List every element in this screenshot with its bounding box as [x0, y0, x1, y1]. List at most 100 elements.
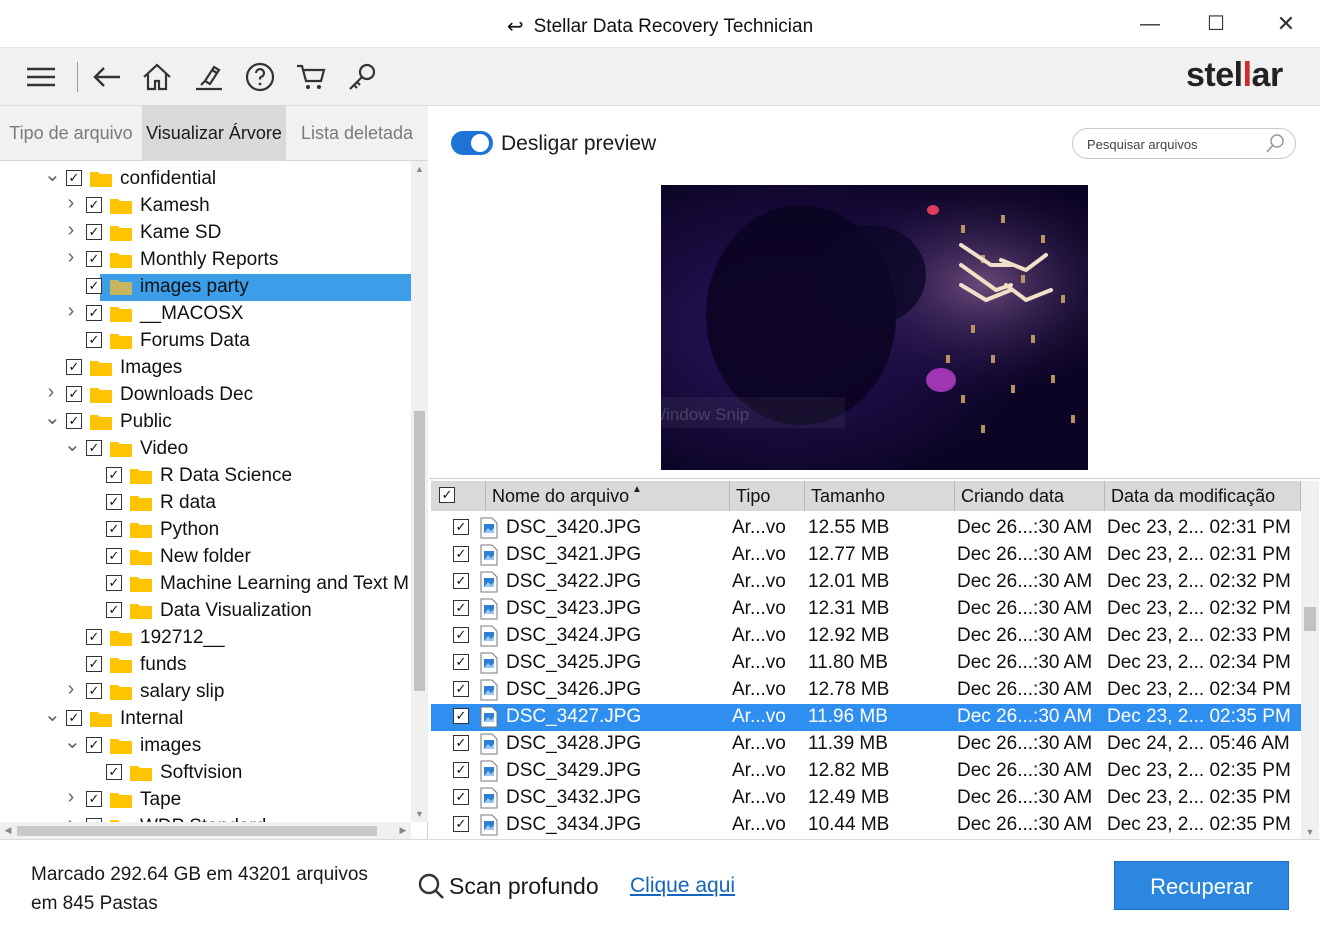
tree-checkbox[interactable]: ✓ [86, 332, 102, 348]
scroll-thumb[interactable] [1304, 607, 1316, 631]
scroll-thumb[interactable] [414, 411, 425, 691]
tree-checkbox[interactable]: ✓ [66, 359, 82, 375]
scroll-down-icon[interactable]: ▼ [411, 806, 428, 822]
table-row[interactable]: ✓ DSC_3428.JPG Ar...vo 11.39 MB Dec 26...:30… [431, 731, 1301, 758]
chevron-right-icon[interactable]: › [64, 219, 78, 241]
tree-item[interactable]: ⌄ ✓ Internal [0, 704, 411, 733]
scroll-down-icon[interactable]: ▼ [1301, 824, 1319, 840]
chevron-right-icon[interactable]: › [44, 381, 58, 403]
col-type[interactable]: Tipo [730, 481, 805, 511]
tree-checkbox[interactable]: ✓ [106, 548, 122, 564]
row-checkbox[interactable]: ✓ [453, 708, 469, 724]
cart-icon[interactable] [294, 60, 328, 94]
tree-checkbox[interactable]: ✓ [106, 467, 122, 483]
chevron-down-icon[interactable]: ⌄ [64, 432, 81, 456]
select-all-checkbox[interactable]: ✓ [439, 487, 455, 503]
tree-checkbox[interactable]: ✓ [106, 494, 122, 510]
tree-horizontal-scrollbar[interactable]: ◀ ▶ [0, 822, 411, 839]
row-checkbox[interactable]: ✓ [453, 681, 469, 697]
scroll-thumb[interactable] [17, 826, 377, 836]
tab-file-type[interactable]: Tipo de arquivo [0, 106, 142, 161]
tree-item[interactable]: ✓ Images [0, 355, 411, 382]
row-checkbox[interactable]: ✓ [453, 735, 469, 751]
row-checkbox[interactable]: ✓ [453, 654, 469, 670]
back-icon[interactable] [90, 60, 124, 94]
col-name[interactable]: Nome do arquivo ▲ [486, 481, 730, 511]
help-icon[interactable] [243, 60, 277, 94]
maximize-button[interactable]: ☐ [1196, 8, 1236, 40]
select-all-header[interactable]: ✓ [431, 481, 486, 511]
recover-button[interactable]: Recuperar [1114, 861, 1289, 910]
tree-item[interactable]: › ✓ Kamesh [0, 192, 411, 220]
tree-item[interactable]: › ✓ Monthly Reports [0, 246, 411, 274]
preview-toggle[interactable] [451, 131, 493, 155]
tree-checkbox[interactable]: ✓ [66, 413, 82, 429]
row-checkbox[interactable]: ✓ [453, 573, 469, 589]
table-row[interactable]: ✓ DSC_3427.JPG Ar...vo 11.96 MB Dec 26...:30… [431, 704, 1301, 731]
table-row[interactable]: ✓ DSC_3434.JPG Ar...vo 10.44 MB Dec 26...:30… [431, 812, 1301, 839]
minimize-button[interactable]: — [1130, 8, 1170, 40]
chevron-down-icon[interactable]: ⌄ [44, 702, 61, 726]
tree-vertical-scrollbar[interactable]: ▲ ▼ [411, 161, 428, 822]
row-checkbox[interactable]: ✓ [453, 600, 469, 616]
table-row[interactable]: ✓ DSC_3426.JPG Ar...vo 12.78 MB Dec 26...:30… [431, 677, 1301, 704]
row-checkbox[interactable]: ✓ [453, 519, 469, 535]
search-box[interactable] [1072, 128, 1296, 159]
row-checkbox[interactable]: ✓ [453, 762, 469, 778]
row-checkbox[interactable]: ✓ [453, 546, 469, 562]
chevron-right-icon[interactable]: › [64, 300, 78, 322]
tree-checkbox[interactable]: ✓ [86, 683, 102, 699]
chevron-right-icon[interactable]: › [64, 678, 78, 700]
tree-item[interactable]: › ✓ Downloads Dec [0, 381, 411, 409]
chevron-right-icon[interactable]: › [64, 192, 78, 214]
table-row[interactable]: ✓ DSC_3424.JPG Ar...vo 12.92 MB Dec 26...:30… [431, 623, 1301, 650]
tree-item[interactable]: ✓ funds [0, 652, 411, 679]
chevron-down-icon[interactable]: ⌄ [44, 405, 61, 429]
tree-item[interactable]: ✓ Python [0, 517, 411, 544]
key-icon[interactable] [345, 60, 379, 94]
tree-checkbox[interactable]: ✓ [86, 791, 102, 807]
row-checkbox[interactable]: ✓ [453, 627, 469, 643]
chevron-right-icon[interactable]: › [64, 786, 78, 808]
tree-checkbox[interactable]: ✓ [86, 197, 102, 213]
tree-item[interactable]: ✓ 192712__ [0, 625, 411, 652]
tab-deleted-list[interactable]: Lista deletada [286, 106, 428, 161]
table-row[interactable]: ✓ DSC_3423.JPG Ar...vo 12.31 MB Dec 26...:30… [431, 596, 1301, 623]
row-checkbox[interactable]: ✓ [453, 789, 469, 805]
tree-item[interactable]: ✓ Forums Data [0, 328, 411, 355]
tree-item[interactable]: › ✓ salary slip [0, 678, 411, 706]
row-checkbox[interactable]: ✓ [453, 816, 469, 832]
chevron-right-icon[interactable]: › [64, 246, 78, 268]
tree-item[interactable]: ⌄ ✓ images [0, 731, 411, 760]
menu-icon[interactable] [24, 60, 58, 94]
tree-item[interactable]: › ✓ Tape [0, 786, 411, 814]
scroll-up-icon[interactable]: ▲ [411, 161, 428, 177]
tab-tree-view[interactable]: Visualizar Árvore [142, 106, 286, 161]
chevron-down-icon[interactable]: ⌄ [44, 162, 61, 186]
tree-item[interactable]: ✓ R data [0, 490, 411, 517]
tree-item[interactable]: ⌄ ✓ Public [0, 407, 411, 436]
table-row[interactable]: ✓ DSC_3429.JPG Ar...vo 12.82 MB Dec 26...:30… [431, 758, 1301, 785]
deep-scan-link[interactable]: Clique aqui [630, 874, 735, 898]
col-size[interactable]: Tamanho [805, 481, 955, 511]
close-button[interactable]: ✕ [1266, 8, 1306, 40]
table-row[interactable]: ✓ DSC_3422.JPG Ar...vo 12.01 MB Dec 26...:30… [431, 569, 1301, 596]
chevron-right-icon[interactable]: › [64, 813, 78, 822]
tree-checkbox[interactable]: ✓ [86, 305, 102, 321]
search-input[interactable] [1087, 135, 1257, 153]
tree-item[interactable]: ✓ Machine Learning and Text M [0, 571, 411, 598]
tree-checkbox[interactable]: ✓ [86, 629, 102, 645]
tree-checkbox[interactable]: ✓ [66, 170, 82, 186]
scan-icon[interactable] [192, 60, 226, 94]
scroll-left-icon[interactable]: ◀ [0, 822, 16, 839]
tree-item[interactable]: ✓ Data Visualization [0, 598, 411, 625]
tree-item[interactable]: ✓ New folder [0, 544, 411, 571]
tree-item[interactable]: › ✓ __MACOSX [0, 300, 411, 328]
tree-checkbox[interactable]: ✓ [106, 575, 122, 591]
col-created[interactable]: Criando data [955, 481, 1105, 511]
chevron-down-icon[interactable]: ⌄ [64, 729, 81, 753]
tree-checkbox[interactable]: ✓ [106, 602, 122, 618]
tree-checkbox[interactable]: ✓ [86, 656, 102, 672]
table-row[interactable]: ✓ DSC_3420.JPG Ar...vo 12.55 MB Dec 26...:30… [431, 515, 1301, 542]
table-vertical-scrollbar[interactable]: ▼ [1301, 481, 1319, 840]
